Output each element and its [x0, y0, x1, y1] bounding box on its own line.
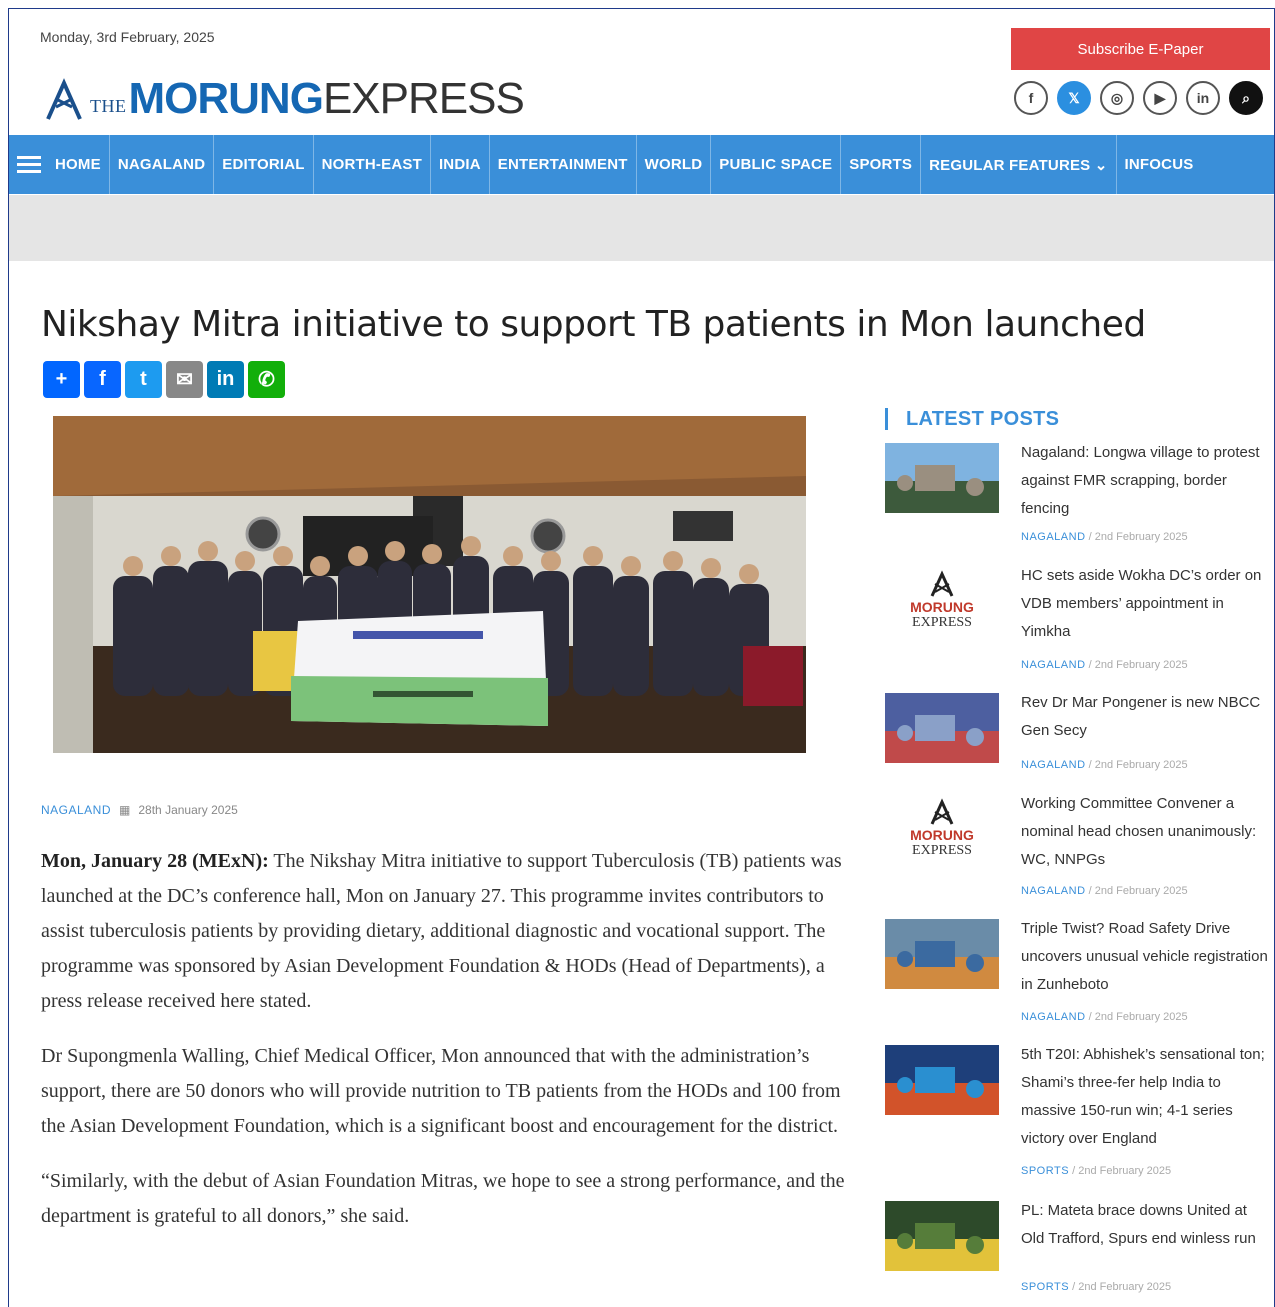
article-paragraph-1: Mon, January 28 (MExN): The Nikshay Mitr… — [41, 844, 851, 1019]
latest-post-meta: SPORTS / 2nd February 2025 — [1021, 1165, 1171, 1177]
heading-accent-bar — [885, 408, 888, 430]
calendar-icon: ▦ — [119, 803, 131, 817]
latest-post-meta: NAGALAND / 2nd February 2025 — [1021, 531, 1188, 543]
latest-post-title[interactable]: Triple Twist? Road Safety Drive uncovers… — [1021, 915, 1273, 999]
current-date: Monday, 3rd February, 2025 — [40, 29, 215, 45]
latest-post-thumbnail[interactable] — [885, 919, 999, 989]
meta-separator: / — [1085, 659, 1095, 671]
latest-post-meta: NAGALAND / 2nd February 2025 — [1021, 759, 1188, 771]
latest-post-category[interactable]: SPORTS — [1021, 1165, 1069, 1177]
meta-separator: / — [1085, 885, 1095, 897]
latest-post-thumbnail[interactable] — [885, 1201, 999, 1271]
latest-post-title[interactable]: HC sets aside Wokha DC’s order on VDB me… — [1021, 562, 1273, 646]
article-paragraph-2: Dr Supongmenla Walling, Chief Medical Of… — [41, 1045, 841, 1137]
latest-post-meta: NAGALAND / 2nd February 2025 — [1021, 885, 1188, 897]
meta-separator: / — [1069, 1281, 1079, 1293]
linkedin-share-icon[interactable]: in — [207, 361, 244, 398]
latest-post-thumbnail[interactable]: MORUNG EXPRESS — [885, 794, 999, 864]
latest-post-date: 2nd February 2025 — [1094, 759, 1188, 771]
nav-item-entertainment[interactable]: ENTERTAINMENT — [490, 135, 637, 194]
latest-posts-title: LATEST POSTS — [906, 407, 1060, 430]
meta-separator: / — [1085, 531, 1095, 543]
svg-text:MORUNG: MORUNG — [910, 599, 974, 615]
logo-morung: MORUNG — [128, 74, 324, 123]
svg-text:EXPRESS: EXPRESS — [912, 615, 972, 630]
nav-item-infocus[interactable]: INFOCUS — [1117, 135, 1202, 194]
latest-post-meta: NAGALAND / 2nd February 2025 — [1021, 659, 1188, 671]
ad-banner — [9, 195, 1274, 261]
latest-post-title[interactable]: Working Committee Convener a nominal hea… — [1021, 790, 1273, 874]
latest-post-category[interactable]: SPORTS — [1021, 1281, 1069, 1293]
latest-post-title[interactable]: Rev Dr Mar Pongener is new NBCC Gen Secy — [1021, 689, 1273, 745]
latest-post-meta: SPORTS / 2nd February 2025 — [1021, 1281, 1171, 1293]
article-photo — [53, 416, 806, 753]
svg-text:EXPRESS: EXPRESS — [912, 843, 972, 858]
latest-post-thumbnail[interactable]: MORUNG EXPRESS — [885, 566, 999, 636]
latest-post-title[interactable]: PL: Mateta brace downs United at Old Tra… — [1021, 1197, 1273, 1253]
whatsapp-share-icon[interactable]: ✆ — [248, 361, 285, 398]
social-links: f 𝕏 ◎ ▶ in ⌕ — [1014, 81, 1263, 115]
latest-post-category[interactable]: NAGALAND — [1021, 759, 1086, 771]
latest-post-category[interactable]: NAGALAND — [1021, 1011, 1086, 1023]
article-body: Mon, January 28 (MExN): The Nikshay Mitr… — [41, 844, 851, 1254]
linkedin-icon[interactable]: in — [1186, 81, 1220, 115]
nav-item-sports[interactable]: SPORTS — [841, 135, 922, 194]
article-category[interactable]: NAGALAND — [41, 803, 111, 817]
latest-post-date: 2nd February 2025 — [1094, 885, 1188, 897]
facebook-icon[interactable]: f — [1014, 81, 1048, 115]
latest-post-title[interactable]: 5th T20I: Abhishek’s sensational ton; Sh… — [1021, 1041, 1273, 1153]
article-date: 28th January 2025 — [138, 803, 238, 817]
page-frame: Monday, 3rd February, 2025 THE MORUNG EX… — [8, 8, 1275, 1307]
share-buttons: + f t ✉ in ✆ — [43, 361, 285, 398]
latest-post-thumbnail[interactable] — [885, 443, 999, 513]
svg-text:MORUNG: MORUNG — [910, 827, 974, 843]
meta-separator: / — [1085, 1011, 1095, 1023]
nav-item-home[interactable]: HOME — [47, 135, 110, 194]
latest-post-category[interactable]: NAGALAND — [1021, 885, 1086, 897]
latest-post-date: 2nd February 2025 — [1094, 1011, 1188, 1023]
instagram-icon[interactable]: ◎ — [1100, 81, 1134, 115]
latest-posts-header: LATEST POSTS — [885, 405, 1274, 433]
email-share-icon[interactable]: ✉ — [166, 361, 203, 398]
latest-post-date: 2nd February 2025 — [1078, 1281, 1172, 1293]
youtube-icon[interactable]: ▶ — [1143, 81, 1177, 115]
logo-the: THE — [90, 96, 127, 116]
article-headline: Nikshay Mitra initiative to support TB p… — [41, 304, 1146, 345]
add-share-icon[interactable]: + — [43, 361, 80, 398]
twitter-share-icon[interactable]: t — [125, 361, 162, 398]
subscribe-epaper-button[interactable]: Subscribe E-Paper — [1011, 28, 1270, 70]
latest-post-category[interactable]: NAGALAND — [1021, 531, 1086, 543]
latest-posts-sidebar: LATEST POSTS Nagaland: Longwa village to… — [885, 405, 1274, 1293]
nav-item-editorial[interactable]: EDITORIAL — [214, 135, 314, 194]
meta-separator: / — [1085, 759, 1095, 771]
nav-item-india[interactable]: INDIA — [431, 135, 490, 194]
nav-item-world[interactable]: WORLD — [637, 135, 712, 194]
meta-separator: / — [1069, 1165, 1079, 1177]
menu-icon[interactable] — [17, 156, 41, 173]
latest-post-category[interactable]: NAGALAND — [1021, 659, 1086, 671]
main-nav: HOME NAGALAND EDITORIAL NORTH-EAST INDIA ENTE… — [9, 135, 1274, 194]
logo-express: EXPRESS — [322, 74, 525, 123]
logo-mark-icon — [46, 78, 82, 120]
nav-item-public-space[interactable]: PUBLIC SPACE — [711, 135, 842, 194]
article-dateline: Mon, January 28 (MExN): — [41, 850, 269, 872]
latest-post-title[interactable]: Nagaland: Longwa village to protest agai… — [1021, 439, 1273, 523]
article-paragraph-3: “Similarly, with the debut of Asian Foun… — [41, 1170, 845, 1227]
nav-item-regular-features[interactable]: REGULAR FEATURES ⌄ — [921, 135, 1117, 194]
twitter-icon[interactable]: 𝕏 — [1057, 81, 1091, 115]
latest-post-date: 2nd February 2025 — [1094, 531, 1188, 543]
latest-post-thumbnail[interactable] — [885, 1045, 999, 1115]
nav-item-nagaland[interactable]: NAGALAND — [110, 135, 215, 194]
article-paragraph-1-text: The Nikshay Mitra initiative to support … — [41, 850, 842, 1012]
search-icon[interactable]: ⌕ — [1229, 81, 1263, 115]
nav-item-north-east[interactable]: NORTH-EAST — [314, 135, 431, 194]
latest-post-meta: NAGALAND / 2nd February 2025 — [1021, 1011, 1188, 1023]
latest-post-date: 2nd February 2025 — [1078, 1165, 1172, 1177]
facebook-share-icon[interactable]: f — [84, 361, 121, 398]
latest-post-date: 2nd February 2025 — [1094, 659, 1188, 671]
article-meta: NAGALAND ▦ 28th January 2025 — [41, 803, 238, 817]
latest-post-thumbnail[interactable] — [885, 693, 999, 763]
site-logo[interactable]: THE MORUNG EXPRESS — [42, 73, 525, 123]
